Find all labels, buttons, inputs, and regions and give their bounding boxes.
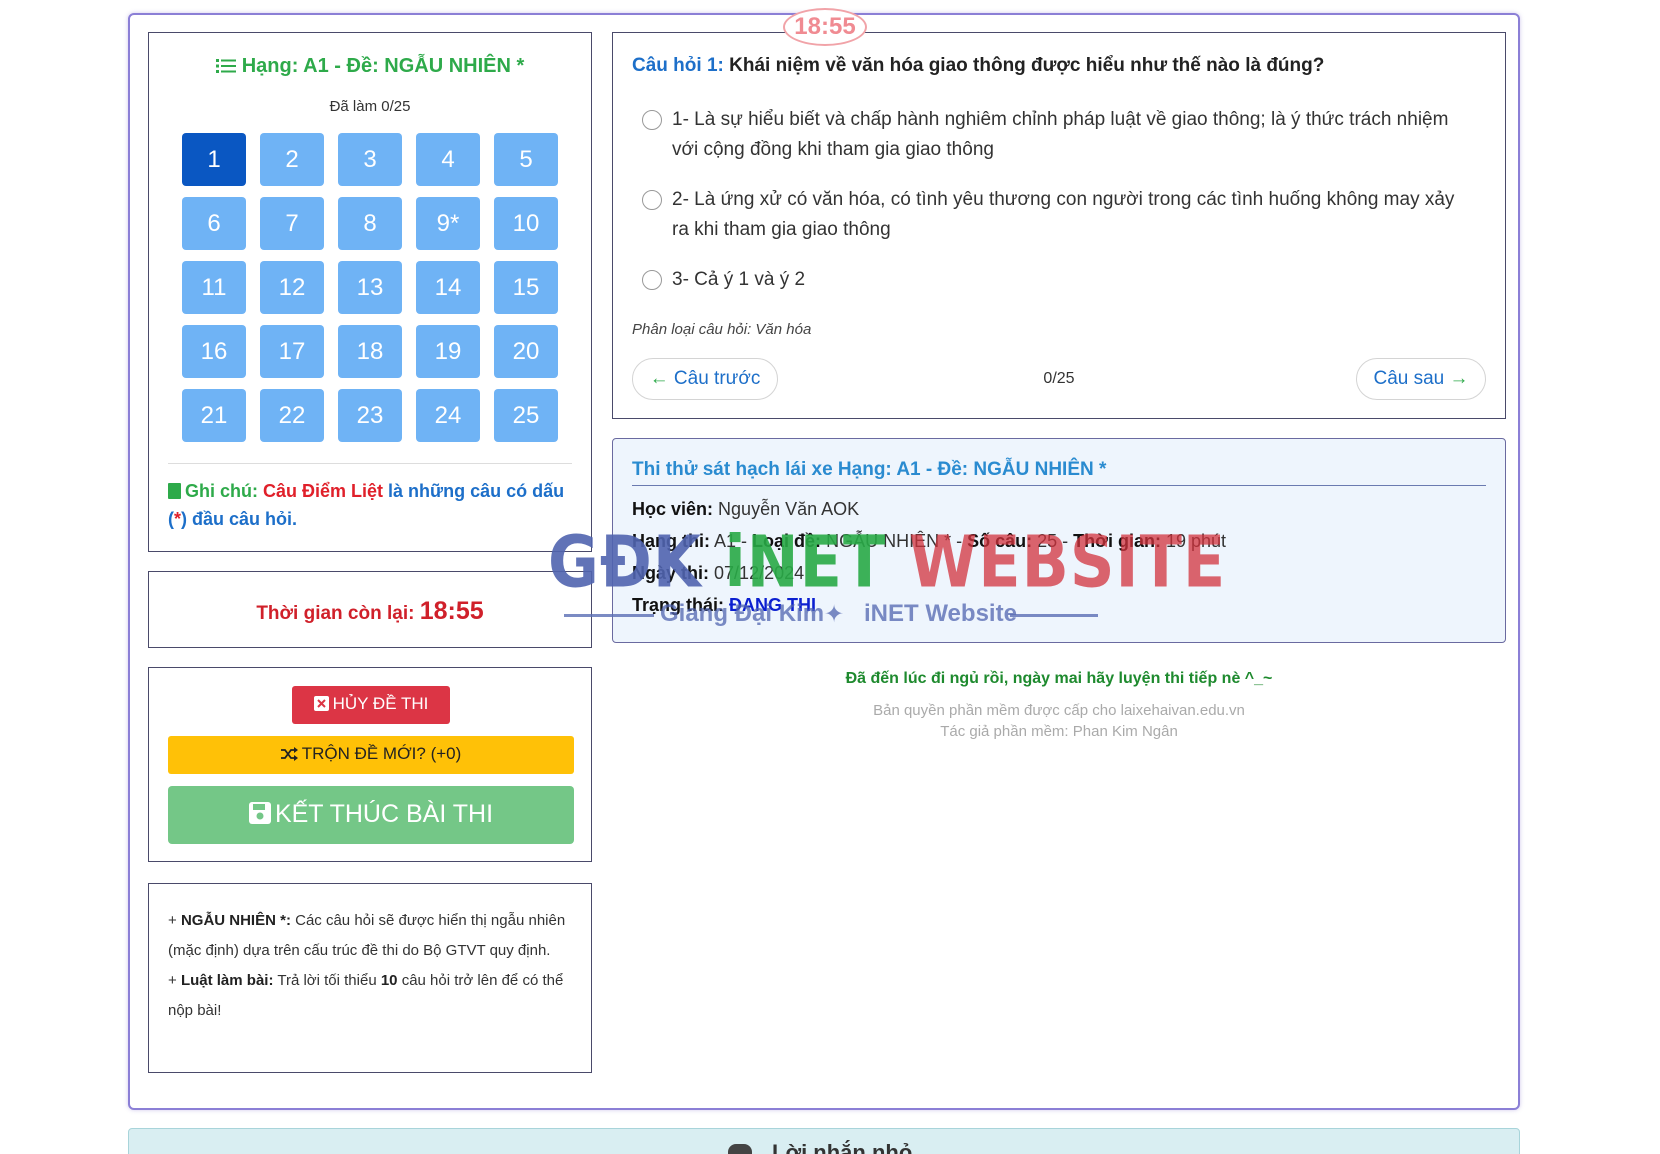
question-number-button[interactable]: 3: [338, 133, 402, 186]
floating-timer-badge: 18:55: [783, 8, 867, 46]
student-row: Học viên: Nguyễn Văn AOK: [632, 499, 860, 519]
question-number-button[interactable]: 4: [416, 133, 480, 186]
note-text: Ghi chú: Câu Điểm Liệt là những câu có d…: [168, 481, 565, 529]
question-number-button[interactable]: 10: [494, 197, 558, 250]
finish-exam-button[interactable]: KẾT THÚC BÀI THI: [168, 786, 574, 844]
next-question-button[interactable]: Câu sau →: [1356, 358, 1486, 400]
copyright-text: Bản quyền phần mềm được cấp cho laixehai…: [873, 702, 1245, 719]
question-number-button[interactable]: 18: [338, 325, 402, 378]
question-grid-panel: Hạng: A1 - Đề: NGẪU NHIÊN * Đã làm 0/25 …: [148, 32, 592, 552]
answer-option-1[interactable]: 1- Là sự hiểu biết và chấp hành nghiêm c…: [642, 105, 1465, 165]
question-number-button[interactable]: 20: [494, 325, 558, 378]
question-number-button[interactable]: 25: [494, 389, 558, 442]
timer-panel: Thời gian còn lại: 18:55: [148, 571, 592, 648]
divider: [168, 463, 572, 464]
save-icon: [248, 801, 271, 831]
question-number-button[interactable]: 7: [260, 197, 324, 250]
exam-date-row: Ngày thi: 07/12/2024: [632, 563, 805, 583]
exam-details-row: Hạng thi: A1 - Loại đề: NGẪU NHIÊN * - S…: [632, 531, 1227, 551]
progress-text: Đã làm 0/25: [329, 98, 411, 115]
question-number-button[interactable]: 6: [182, 197, 246, 250]
exam-info-title: Thi thử sát hạch lái xe Hạng: A1 - Đề: N…: [632, 459, 1486, 486]
question-number-button[interactable]: 11: [182, 261, 246, 314]
question-number-button[interactable]: 13: [338, 261, 402, 314]
question-panel: Câu hỏi 1: Khái niệm về văn hóa giao thô…: [612, 32, 1506, 419]
remaining-time: Thời gian còn lại: 18:55: [256, 597, 484, 625]
document-icon: [168, 483, 181, 499]
radio-button[interactable]: [642, 110, 662, 130]
arrow-right-icon: →: [1449, 368, 1469, 389]
question-number-button[interactable]: 23: [338, 389, 402, 442]
footer-title: Lời nhắn nhỏ: [772, 1140, 913, 1154]
actions-panel: HỦY ĐỀ THI TRỘN ĐỀ MỚI? (+0) KẾT THÚC BÀ…: [148, 667, 592, 862]
shuffle-icon: [280, 746, 298, 766]
answer-option-2[interactable]: 2- Là ứng xử có văn hóa, có tình yêu thư…: [642, 185, 1465, 245]
answer-option-3[interactable]: 3- Cả ý 1 và ý 2: [642, 265, 1465, 295]
question-number-button[interactable]: 19: [416, 325, 480, 378]
cancel-exam-button[interactable]: HỦY ĐỀ THI: [292, 686, 450, 724]
remaining-time-value: 18:55: [419, 597, 484, 625]
exam-info-panel: Thi thử sát hạch lái xe Hạng: A1 - Đề: N…: [612, 438, 1506, 643]
author-text: Tác giả phần mềm: Phan Kim Ngân: [940, 723, 1178, 740]
question-number-button[interactable]: 5: [494, 133, 558, 186]
radio-button[interactable]: [642, 190, 662, 210]
question-number-button[interactable]: 2: [260, 133, 324, 186]
list-icon: [215, 57, 236, 80]
status-badge: ĐANG THI: [729, 595, 817, 615]
question-category: Phân loại câu hỏi: Văn hóa: [632, 321, 812, 338]
exam-status-row: Trạng thái: ĐANG THI: [632, 595, 817, 615]
question-number-grid: 1 2 3 4 5 6 7 8 9* 10 11 12 13 14 15 16 17 18 19 20 21 22 23 24…: [182, 133, 558, 442]
question-number-button[interactable]: 21: [182, 389, 246, 442]
question-number-button[interactable]: 15: [494, 261, 558, 314]
question-number-button[interactable]: 14: [416, 261, 480, 314]
rules-text: + NGẪU NHIÊN *: Các câu hỏi sẽ được hiển…: [168, 912, 566, 1019]
question-number-button[interactable]: 16: [182, 325, 246, 378]
grid-title: Hạng: A1 - Đề: NGẪU NHIÊN *: [149, 55, 591, 80]
question-number-button[interactable]: 8: [338, 197, 402, 250]
hat-icon: [728, 1144, 752, 1154]
radio-button[interactable]: [642, 270, 662, 290]
rules-panel: + NGẪU NHIÊN *: Các câu hỏi sẽ được hiển…: [148, 883, 592, 1073]
close-square-icon: [313, 696, 329, 716]
shuffle-exam-button[interactable]: TRỘN ĐỀ MỚI? (+0): [168, 736, 574, 774]
question-number-button[interactable]: 17: [260, 325, 324, 378]
question-number-button[interactable]: 9*: [416, 197, 480, 250]
question-number-button[interactable]: 22: [260, 389, 324, 442]
question-number-button[interactable]: 12: [260, 261, 324, 314]
question-number-button[interactable]: 1: [182, 133, 246, 186]
question-title: Câu hỏi 1: Khái niệm về văn hóa giao thô…: [632, 55, 1325, 76]
question-number-button[interactable]: 24: [416, 389, 480, 442]
bedtime-message: Đã đến lúc đi ngủ rồi, ngày mai hãy luyệ…: [845, 670, 1273, 687]
